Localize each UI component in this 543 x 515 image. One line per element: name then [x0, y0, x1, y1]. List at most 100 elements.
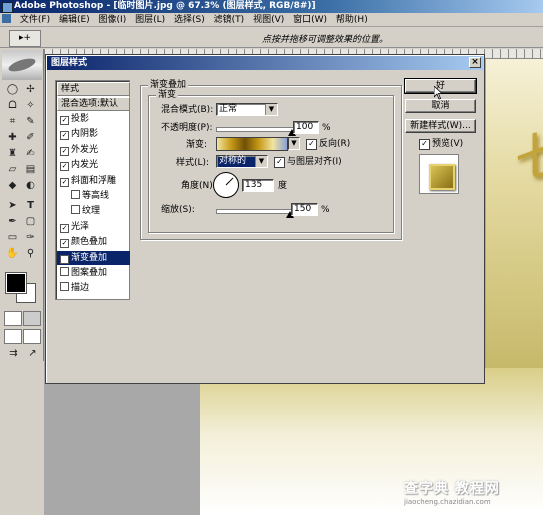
move-tool-icon[interactable]: ✢: [22, 83, 39, 97]
clone-stamp-tool-icon[interactable]: ♜: [4, 147, 21, 161]
angle-label: 角度(N):: [181, 181, 216, 191]
style-item[interactable]: ✓ 颜色叠加: [57, 235, 130, 249]
chevron-down-icon[interactable]: ▼: [255, 156, 267, 167]
scale-input[interactable]: 150: [291, 203, 318, 216]
style-item[interactable]: ✓ 光泽: [57, 220, 130, 234]
unchecked-checkbox-icon[interactable]: [60, 267, 69, 276]
path-selection-tool-icon[interactable]: ➤: [4, 199, 21, 213]
dialog-title-bar[interactable]: 图层样式 ×: [47, 56, 483, 70]
style-label: 样式(L):: [176, 158, 210, 168]
menu-view[interactable]: 视图(V): [250, 13, 287, 27]
close-icon[interactable]: ×: [469, 57, 481, 68]
checked-checkbox-icon[interactable]: ✓: [60, 131, 69, 141]
menu-bar: 文件(F) 编辑(E) 图像(I) 图层(L) 选择(S) 滤镜(T) 视图(V…: [0, 13, 543, 27]
cancel-button[interactable]: 取消: [405, 99, 476, 113]
style-item[interactable]: ✓ 外发光: [57, 143, 130, 157]
unchecked-checkbox-icon[interactable]: [60, 282, 69, 292]
healing-brush-tool-icon[interactable]: ✚: [4, 131, 21, 145]
gradient-picker[interactable]: [216, 137, 288, 151]
opacity-slider[interactable]: [216, 127, 294, 132]
style-item[interactable]: ✓ 斜面和浮雕: [57, 174, 130, 188]
style-select[interactable]: 对称的 ▼: [216, 155, 268, 168]
menu-select[interactable]: 选择(S): [171, 13, 208, 27]
menu-image[interactable]: 图像(I): [96, 13, 130, 27]
gradient-label: 渐变:: [186, 140, 208, 150]
type-tool-icon[interactable]: T: [22, 199, 39, 213]
align-with-layer-checkbox[interactable]: ✓: [274, 157, 285, 168]
brush-tool-icon[interactable]: ✐: [22, 131, 39, 145]
jump-tool-icon[interactable]: ↗: [24, 347, 41, 361]
style-item[interactable]: ✓ 内阴影: [57, 127, 130, 141]
checked-checkbox-icon[interactable]: ✓: [60, 116, 69, 125]
magic-wand-tool-icon[interactable]: ✧: [22, 99, 39, 113]
style-item[interactable]: 图案叠加: [57, 266, 130, 280]
blend-mode-label: 混合模式(B):: [161, 105, 214, 115]
blending-options-item[interactable]: 混合选项:默认: [57, 97, 130, 111]
pen-tool-icon[interactable]: ✒: [4, 215, 21, 229]
slice-tool-icon[interactable]: ✎: [22, 115, 39, 129]
document-menu-icon[interactable]: [2, 14, 11, 23]
style-item[interactable]: 纹理: [57, 204, 130, 218]
style-item[interactable]: 描边: [57, 281, 130, 295]
unchecked-checkbox-icon[interactable]: [71, 205, 80, 215]
checked-checkbox-icon[interactable]: ✓: [60, 162, 69, 172]
styles-header[interactable]: 样式: [57, 82, 130, 96]
reverse-checkbox[interactable]: ✓: [306, 139, 317, 150]
unchecked-checkbox-icon[interactable]: [71, 190, 80, 199]
style-item-label: 颜色叠加: [71, 237, 108, 248]
eraser-tool-icon[interactable]: ▱: [4, 163, 21, 177]
menu-layer[interactable]: 图层(L): [132, 13, 168, 27]
blend-mode-select[interactable]: 正常 ▼: [216, 103, 278, 116]
hand-tool-icon[interactable]: ✋: [4, 247, 21, 261]
angle-dial[interactable]: [213, 172, 239, 198]
zoom-tool-icon[interactable]: ⚲: [22, 247, 39, 261]
style-item-label: 内发光: [71, 160, 99, 171]
screen-mode-standard-icon[interactable]: [4, 329, 22, 344]
checked-checkbox-icon[interactable]: ✓: [60, 146, 69, 156]
styles-list: 样式 混合选项:默认 ✓ 投影 ✓ 内阴影 ✓ 外发光 ✓ 内发光 ✓ 斜面和浮雕 等高线 纹理 ✓ 光泽…: [55, 80, 130, 300]
style-item[interactable]: ✓ 投影: [57, 112, 130, 126]
eyedropper-tool-icon[interactable]: ✑: [22, 231, 39, 245]
menu-help[interactable]: 帮助(H): [333, 13, 371, 27]
blend-mode-value: 正常: [219, 104, 238, 114]
style-item-label: 投影: [71, 114, 90, 124]
chevron-down-icon[interactable]: ▼: [289, 138, 299, 149]
lasso-tool-icon[interactable]: ᗝ: [4, 99, 21, 113]
checked-checkbox-icon[interactable]: ✓: [60, 223, 69, 233]
angle-input[interactable]: 135: [242, 179, 274, 192]
checked-checkbox-icon[interactable]: ✓: [60, 254, 69, 264]
history-brush-tool-icon[interactable]: ✍: [22, 147, 39, 161]
menu-edit[interactable]: 编辑(E): [56, 13, 93, 27]
style-item[interactable]: ✓ 内发光: [57, 158, 130, 172]
notes-tool-icon[interactable]: ▭: [4, 231, 21, 245]
blur-tool-icon[interactable]: ◆: [4, 179, 21, 193]
screen-mode-full-icon[interactable]: [23, 329, 41, 344]
standard-mode-icon[interactable]: [4, 311, 22, 326]
style-item[interactable]: 等高线: [57, 189, 130, 203]
gradient-dropdown[interactable]: ▼: [288, 137, 300, 150]
dodge-tool-icon[interactable]: ◐: [22, 179, 39, 193]
preview-checkbox[interactable]: ✓: [419, 139, 430, 150]
menu-window[interactable]: 窗口(W): [290, 13, 330, 27]
menu-file[interactable]: 文件(F): [17, 13, 53, 27]
new-style-button[interactable]: 新建样式(W)...: [405, 119, 476, 133]
app-title: Adobe Photoshop - [临时图片.jpg @ 67.3% (图层样…: [14, 1, 316, 11]
scale-slider[interactable]: [216, 209, 292, 214]
dialog-title: 图层样式: [51, 58, 88, 68]
marquee-tool-icon[interactable]: ◯: [4, 83, 21, 97]
chevron-down-icon[interactable]: ▼: [265, 104, 277, 115]
checked-checkbox-icon[interactable]: ✓: [60, 239, 69, 249]
shape-tool-icon[interactable]: ▢: [22, 215, 39, 229]
style-item[interactable]: ✓ 渐变叠加: [57, 250, 130, 265]
jump-to-imageready-icon[interactable]: ⇉: [5, 347, 22, 361]
checked-checkbox-icon[interactable]: ✓: [60, 177, 69, 187]
foreground-color-swatch[interactable]: [5, 272, 27, 294]
move-tool-preset[interactable]: ▸+: [9, 30, 41, 47]
gradient-tool-icon[interactable]: ▤: [22, 163, 39, 177]
crop-tool-icon[interactable]: ⌗: [4, 115, 21, 129]
opacity-input[interactable]: 100: [293, 121, 319, 134]
quick-mask-mode-icon[interactable]: [23, 311, 41, 326]
options-hint: 点按并拖移可调整效果的位置。: [262, 35, 389, 45]
layer-style-dialog: 图层样式 × 样式 混合选项:默认 ✓ 投影 ✓ 内阴影 ✓ 外发光 ✓ 内发光 ✓ 斜面和浮雕等…: [45, 54, 485, 384]
menu-filter[interactable]: 滤镜(T): [211, 13, 248, 27]
